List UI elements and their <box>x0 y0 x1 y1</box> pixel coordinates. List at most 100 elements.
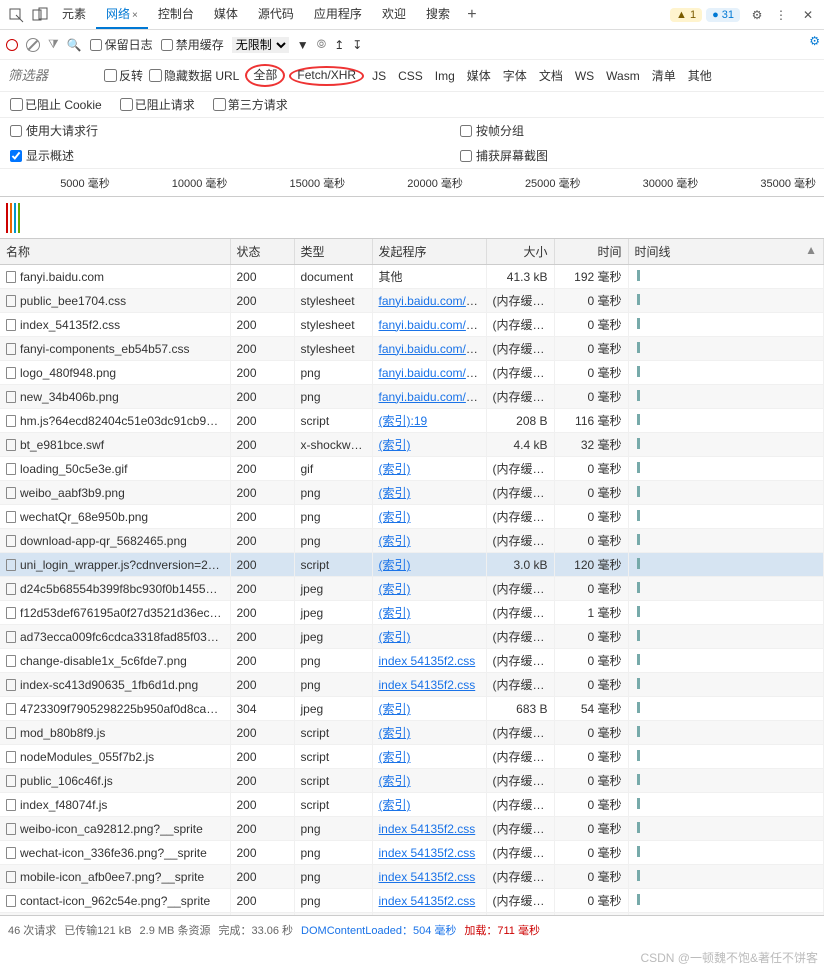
tab-元素[interactable]: 元素 <box>52 0 96 29</box>
col-name[interactable]: 名称 <box>0 239 230 265</box>
filter-Img[interactable]: Img <box>431 68 459 84</box>
filter-全部[interactable]: 全部 <box>245 64 285 87</box>
blocked-cookies-checkbox[interactable]: 已阻止 Cookie <box>10 96 102 113</box>
waterfall-bar <box>637 534 640 545</box>
file-icon <box>6 895 16 907</box>
filter-媒体[interactable]: 媒体 <box>463 66 495 85</box>
table-row[interactable]: 4723309f7905298225b950af0d8ca7b…304jpeg(… <box>0 697 824 721</box>
waterfall-bar <box>637 366 640 377</box>
disable-cache-checkbox[interactable]: 禁用缓存 <box>161 36 224 53</box>
table-row[interactable]: mod_b80b8f9.js200script(索引)(内存缓存)0 毫秒 <box>0 721 824 745</box>
table-row[interactable]: loading_50c5e3e.gif200gif(索引)(内存缓存)0 毫秒 <box>0 457 824 481</box>
tab-网络[interactable]: 网络× <box>96 0 148 29</box>
col-status[interactable]: 状态 <box>230 239 294 265</box>
filter-其他[interactable]: 其他 <box>684 66 716 85</box>
info-badge[interactable]: ● 31 <box>706 8 740 22</box>
col-type[interactable]: 类型 <box>294 239 372 265</box>
table-row[interactable]: f12d53def676195a0f27d3521d36ecb…200jpeg(… <box>0 601 824 625</box>
table-row[interactable]: wechatQr_68e950b.png200png(索引)(内存缓存)0 毫秒 <box>0 505 824 529</box>
network-toolbar: ⧩ 🔍 保留日志 禁用缓存 无限制 ▼ ⦾ ↥ ↧ ⚙ <box>0 30 824 60</box>
table-row[interactable]: wechat-icon_336fe36.png?__sprite200pngin… <box>0 841 824 865</box>
filter-input[interactable] <box>8 68 98 83</box>
overview-strip[interactable] <box>0 197 824 239</box>
table-row[interactable]: download-app-qr_5682465.png200png(索引)(内存… <box>0 529 824 553</box>
table-row[interactable]: fanyi-components_eb54b57.css200styleshee… <box>0 337 824 361</box>
device-icon[interactable] <box>28 3 52 27</box>
filter-清单[interactable]: 清单 <box>648 66 680 85</box>
filter-JS[interactable]: JS <box>368 68 390 84</box>
add-tab-icon[interactable]: + <box>460 3 484 27</box>
blocked-requests-checkbox[interactable]: 已阻止请求 <box>120 96 195 113</box>
preserve-log-checkbox[interactable]: 保留日志 <box>90 36 153 53</box>
filter-CSS[interactable]: CSS <box>394 68 427 84</box>
screenshots-checkbox[interactable]: 捕获屏幕截图 <box>460 147 548 164</box>
waterfall-bar <box>637 894 640 905</box>
table-row[interactable]: ad73ecca009fc6cdca3318fad85f031…200jpeg(… <box>0 625 824 649</box>
table-row[interactable]: new_34b406b.png200pngfanyi.baidu.com/:1…… <box>0 385 824 409</box>
settings-icon[interactable]: ⚙ <box>748 8 766 22</box>
close-icon[interactable]: ✕ <box>796 3 820 27</box>
group-by-frame-checkbox[interactable]: 按帧分组 <box>460 122 524 139</box>
more-icon[interactable]: ⋮ <box>772 8 790 22</box>
show-overview-checkbox[interactable]: 显示概述 <box>10 147 430 164</box>
hide-data-url-checkbox[interactable]: 隐藏数据 URL <box>149 67 239 84</box>
table-row[interactable]: public_106c46f.js200script(索引)(内存缓存)0 毫秒 <box>0 769 824 793</box>
timeline-tick: 5000 毫秒 <box>0 175 118 196</box>
table-row[interactable]: hm.js?64ecd82404c51e03dc91cb9e8…200scrip… <box>0 409 824 433</box>
filter-字体[interactable]: 字体 <box>499 66 531 85</box>
table-row[interactable]: public_bee1704.css200stylesheetfanyi.bai… <box>0 289 824 313</box>
col-size[interactable]: 大小 <box>486 239 554 265</box>
table-row[interactable]: weibo-icon_ca92812.png?__sprite200pngind… <box>0 817 824 841</box>
record-icon[interactable] <box>6 39 18 51</box>
table-row[interactable]: fanyi.baidu.com200document其他41.3 kB192 毫… <box>0 265 824 289</box>
tab-控制台[interactable]: 控制台 <box>148 0 204 29</box>
table-row[interactable]: nodeModules_055f7b2.js200script(索引)(内存缓存… <box>0 745 824 769</box>
large-rows-checkbox[interactable]: 使用大请求行 <box>10 122 430 139</box>
wifi-icon[interactable]: ⦾ <box>317 37 327 52</box>
throttle-caret-icon[interactable]: ▼ <box>297 38 309 52</box>
table-row[interactable]: weibo_aabf3b9.png200png(索引)(内存缓存)0 毫秒 <box>0 481 824 505</box>
table-row[interactable]: logo_480f948.png200pngfanyi.baidu.com/:4… <box>0 361 824 385</box>
waterfall-bar <box>637 486 640 497</box>
waterfall-bar <box>637 678 640 689</box>
timeline-tick: 20000 毫秒 <box>353 175 471 196</box>
invert-checkbox[interactable]: 反转 <box>104 67 143 84</box>
file-icon <box>6 727 16 739</box>
panel-settings-icon[interactable]: ⚙ <box>809 34 820 48</box>
throttling-select[interactable]: 无限制 <box>232 37 289 53</box>
col-waterfall[interactable]: 时间线 ▲ <box>628 239 824 265</box>
tab-搜索[interactable]: 搜索 <box>416 0 460 29</box>
table-row[interactable]: index_f48074f.js200script(索引)(内存缓存)0 毫秒 <box>0 793 824 817</box>
tab-欢迎[interactable]: 欢迎 <box>372 0 416 29</box>
timeline-tick: 15000 毫秒 <box>235 175 353 196</box>
table-row[interactable]: bt_e981bce.swf200x-shockw…(索引)4.4 kB32 毫… <box>0 433 824 457</box>
col-initiator[interactable]: 发起程序 <box>372 239 486 265</box>
table-row[interactable]: contact-icon_962c54e.png?__sprite200pngi… <box>0 889 824 913</box>
tab-应用程序[interactable]: 应用程序 <box>304 0 372 29</box>
filter-icon[interactable]: ⧩ <box>48 37 59 52</box>
table-row[interactable]: d24c5b68554b399f8bc930f0b1455b…200jpeg(索… <box>0 577 824 601</box>
tab-媒体[interactable]: 媒体 <box>204 0 248 29</box>
warning-badge[interactable]: ▲ 1 <box>670 8 702 22</box>
download-icon[interactable]: ↧ <box>352 38 362 52</box>
filter-文档[interactable]: 文档 <box>535 66 567 85</box>
third-party-checkbox[interactable]: 第三方请求 <box>213 96 288 113</box>
clear-icon[interactable] <box>26 38 40 52</box>
table-row[interactable]: index-sc413d90635_1fb6d1d.png200pngindex… <box>0 673 824 697</box>
search-icon[interactable]: 🔍 <box>67 38 82 52</box>
waterfall-bar <box>637 870 640 881</box>
filter-Fetch/XHR[interactable]: Fetch/XHR <box>289 66 364 86</box>
filter-Wasm[interactable]: Wasm <box>602 68 644 84</box>
tab-源代码[interactable]: 源代码 <box>248 0 304 29</box>
waterfall-bar <box>637 606 640 617</box>
col-time[interactable]: 时间 <box>554 239 628 265</box>
inspect-icon[interactable] <box>4 3 28 27</box>
filter-WS[interactable]: WS <box>571 68 598 84</box>
waterfall-bar <box>637 798 640 809</box>
upload-icon[interactable]: ↥ <box>334 38 344 52</box>
table-row[interactable]: index_54135f2.css200stylesheetfanyi.baid… <box>0 313 824 337</box>
overview-ruler[interactable]: 5000 毫秒10000 毫秒15000 毫秒20000 毫秒25000 毫秒3… <box>0 169 824 197</box>
table-row[interactable]: mobile-icon_afb0ee7.png?__sprite200pngin… <box>0 865 824 889</box>
table-row[interactable]: change-disable1x_5c6fde7.png200pngindex … <box>0 649 824 673</box>
table-row[interactable]: uni_login_wrapper.js?cdnversion=20…200sc… <box>0 553 824 577</box>
